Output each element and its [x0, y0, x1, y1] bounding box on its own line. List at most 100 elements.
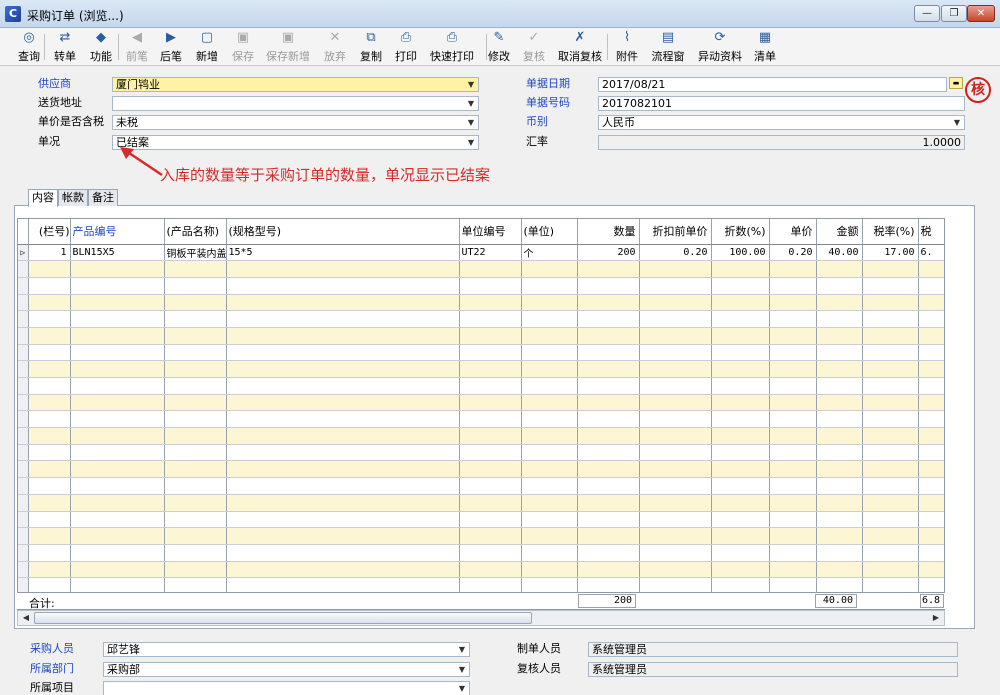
- table-row[interactable]: [18, 394, 944, 412]
- table-cell[interactable]: 200: [577, 244, 640, 262]
- table-cell[interactable]: [816, 360, 863, 378]
- copy-button[interactable]: ⧉ 复制: [356, 30, 386, 64]
- table-cell[interactable]: [70, 477, 165, 495]
- table-cell[interactable]: [639, 544, 712, 562]
- column-header[interactable]: (单位): [521, 219, 578, 245]
- table-cell[interactable]: [226, 260, 460, 278]
- column-header[interactable]: 单位编号: [459, 219, 522, 245]
- edit-button[interactable]: ✎ 修改: [484, 30, 514, 64]
- table-cell[interactable]: [769, 427, 817, 445]
- table-cell[interactable]: [577, 511, 640, 529]
- table-cell[interactable]: [164, 444, 227, 462]
- table-cell[interactable]: [918, 460, 944, 479]
- table-cell[interactable]: [70, 260, 165, 278]
- table-cell[interactable]: [918, 427, 944, 445]
- table-row[interactable]: [18, 377, 944, 395]
- table-cell[interactable]: [577, 477, 640, 495]
- table-cell[interactable]: [521, 394, 578, 412]
- table-cell[interactable]: [459, 377, 522, 395]
- status-select[interactable]: 已结案 ▼: [112, 135, 479, 150]
- table-cell[interactable]: 15*5: [226, 244, 460, 262]
- scroll-thumb[interactable]: [34, 612, 532, 624]
- table-cell[interactable]: [577, 260, 640, 278]
- table-cell[interactable]: [639, 294, 712, 312]
- table-cell[interactable]: 6.: [918, 244, 944, 262]
- table-cell[interactable]: [70, 344, 165, 362]
- row-indicator[interactable]: [18, 277, 29, 295]
- table-cell[interactable]: [862, 310, 919, 328]
- table-cell[interactable]: [226, 427, 460, 445]
- table-cell[interactable]: [28, 377, 71, 395]
- table-cell[interactable]: [226, 527, 460, 545]
- table-cell[interactable]: [164, 477, 227, 495]
- table-cell[interactable]: [639, 344, 712, 362]
- table-cell[interactable]: [164, 527, 227, 545]
- query-button[interactable]: ◎ 查询: [14, 30, 44, 64]
- row-indicator[interactable]: [18, 294, 29, 312]
- table-cell[interactable]: [459, 327, 522, 345]
- tab-content[interactable]: 内容: [28, 189, 58, 207]
- table-cell[interactable]: [28, 277, 71, 295]
- table-cell[interactable]: [639, 427, 712, 445]
- table-cell[interactable]: [28, 444, 71, 462]
- table-cell[interactable]: [70, 544, 165, 562]
- table-cell[interactable]: [28, 494, 71, 512]
- table-cell[interactable]: [769, 460, 817, 479]
- table-cell[interactable]: [769, 444, 817, 462]
- table-cell[interactable]: [769, 327, 817, 345]
- table-cell[interactable]: [164, 494, 227, 512]
- table-cell[interactable]: [862, 527, 919, 545]
- table-cell[interactable]: 40.00: [816, 244, 863, 262]
- scroll-right-icon[interactable]: ▶: [929, 612, 943, 624]
- table-cell[interactable]: [769, 561, 817, 579]
- table-cell[interactable]: [577, 410, 640, 429]
- table-cell[interactable]: [711, 527, 770, 545]
- table-cell[interactable]: [918, 527, 944, 545]
- table-cell[interactable]: [711, 494, 770, 512]
- chevron-down-icon[interactable]: ▼: [468, 136, 474, 149]
- row-indicator[interactable]: [18, 260, 29, 278]
- table-cell[interactable]: [164, 360, 227, 378]
- table-cell[interactable]: [70, 561, 165, 579]
- function-button[interactable]: ◆ 功能: [86, 30, 116, 64]
- table-row[interactable]: [18, 310, 944, 328]
- table-cell[interactable]: [164, 544, 227, 562]
- table-cell[interactable]: [28, 310, 71, 328]
- table-cell[interactable]: [28, 511, 71, 529]
- table-cell[interactable]: [521, 460, 578, 479]
- table-cell[interactable]: [577, 344, 640, 362]
- table-cell[interactable]: [28, 477, 71, 495]
- table-row[interactable]: [18, 410, 944, 429]
- table-cell[interactable]: [711, 377, 770, 395]
- table-cell[interactable]: [639, 360, 712, 378]
- row-indicator[interactable]: [18, 427, 29, 445]
- tab-notes[interactable]: 备注: [88, 189, 118, 206]
- table-cell[interactable]: [918, 410, 944, 429]
- table-cell[interactable]: [769, 511, 817, 529]
- table-cell[interactable]: [28, 327, 71, 345]
- table-cell[interactable]: [639, 327, 712, 345]
- buyer-select[interactable]: 邱艺锋 ▼: [103, 642, 470, 657]
- table-cell[interactable]: [711, 327, 770, 345]
- table-cell[interactable]: [639, 511, 712, 529]
- table-cell[interactable]: [521, 277, 578, 295]
- table-cell[interactable]: 个: [521, 244, 578, 262]
- table-row[interactable]: [18, 360, 944, 378]
- table-cell[interactable]: [459, 561, 522, 579]
- table-cell[interactable]: [521, 477, 578, 495]
- table-cell[interactable]: BLN15X5: [70, 244, 165, 262]
- convert-button[interactable]: ⇄ 转单: [50, 30, 80, 64]
- table-cell[interactable]: [70, 310, 165, 328]
- table-cell[interactable]: [711, 561, 770, 579]
- table-cell[interactable]: [816, 277, 863, 295]
- row-indicator[interactable]: [18, 477, 29, 495]
- table-cell[interactable]: [70, 394, 165, 412]
- table-cell[interactable]: [918, 360, 944, 378]
- table-cell[interactable]: [521, 410, 578, 429]
- table-cell[interactable]: [862, 294, 919, 312]
- chevron-down-icon[interactable]: ▼: [468, 78, 474, 91]
- table-cell[interactable]: [918, 344, 944, 362]
- table-cell[interactable]: [918, 494, 944, 512]
- table-cell[interactable]: [862, 377, 919, 395]
- table-cell[interactable]: [711, 360, 770, 378]
